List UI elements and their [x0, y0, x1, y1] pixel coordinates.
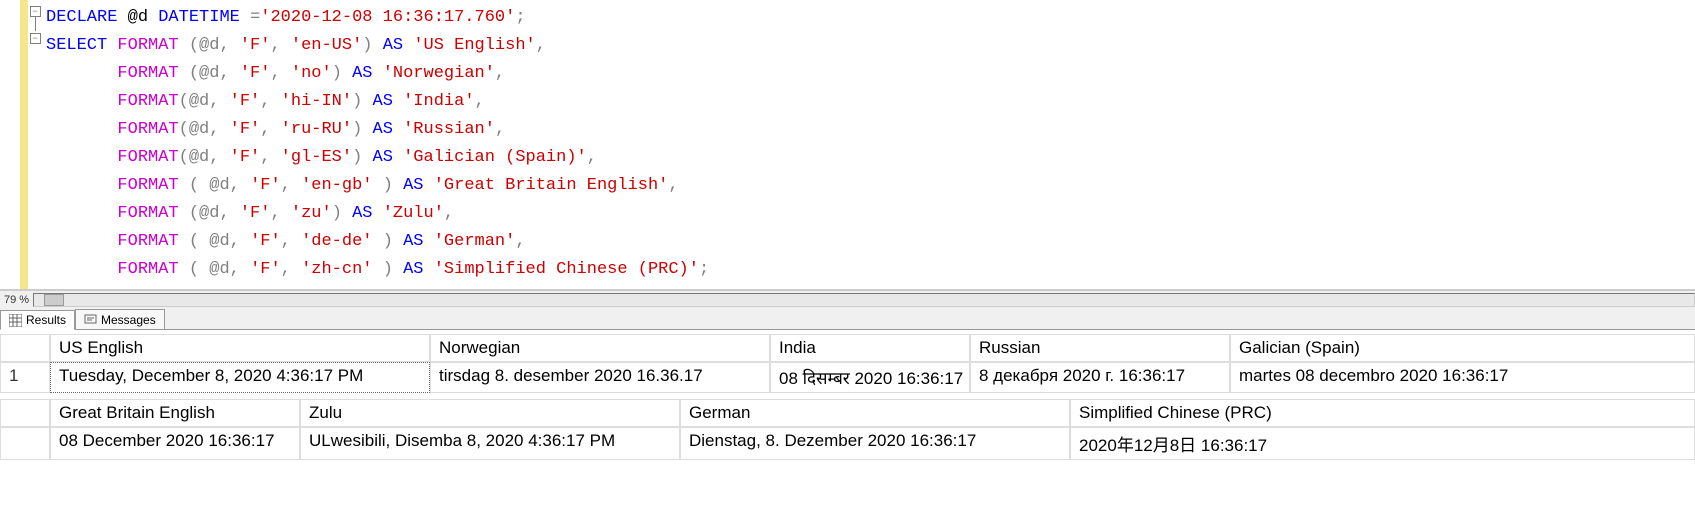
- horizontal-scrollbar[interactable]: [33, 293, 1695, 307]
- grid-cell[interactable]: 08 दिसम्बर 2020 16:36:17: [770, 362, 970, 393]
- results-grid-1[interactable]: US English Norwegian India Russian Galic…: [0, 334, 1695, 393]
- grid-cell[interactable]: martes 08 decembro 2020 16:36:17: [1230, 362, 1695, 393]
- change-indicator: [20, 0, 28, 289]
- column-header[interactable]: German: [680, 399, 1070, 427]
- row-number[interactable]: 1: [0, 362, 50, 393]
- tab-label: Results: [26, 313, 66, 327]
- row-header-corner: [0, 334, 50, 362]
- column-header[interactable]: Simplified Chinese (PRC): [1070, 399, 1695, 427]
- results-grid-2[interactable]: Great Britain English Zulu German Simpli…: [0, 399, 1695, 460]
- results-pane: US English Norwegian India Russian Galic…: [0, 330, 1695, 460]
- fold-toggle-icon[interactable]: −: [30, 6, 41, 17]
- grid-cell[interactable]: Dienstag, 8. Dezember 2020 16:36:17: [680, 427, 1070, 460]
- column-header[interactable]: India: [770, 334, 970, 362]
- grid-cell[interactable]: tirsdag 8. desember 2020 16.36.17: [430, 362, 770, 393]
- grid-cell[interactable]: 2020年12月8日 16:36:17: [1070, 427, 1695, 460]
- grid-icon: [9, 314, 22, 327]
- column-header[interactable]: Zulu: [300, 399, 680, 427]
- column-header[interactable]: Russian: [970, 334, 1230, 362]
- row-header-corner: [0, 399, 50, 427]
- tab-label: Messages: [101, 313, 156, 327]
- column-header[interactable]: Norwegian: [430, 334, 770, 362]
- column-header[interactable]: Great Britain English: [50, 399, 300, 427]
- tab-messages[interactable]: Messages: [75, 309, 165, 329]
- column-header[interactable]: Galician (Spain): [1230, 334, 1695, 362]
- fold-toggle-icon[interactable]: −: [30, 33, 41, 44]
- code-text[interactable]: DECLARE @d DATETIME ='2020-12-08 16:36:1…: [42, 0, 1695, 289]
- zoom-level: 79 %: [0, 294, 33, 306]
- tab-results[interactable]: Results: [0, 310, 75, 330]
- grid-cell[interactable]: ULwesibili, Disemba 8, 2020 4:36:17 PM: [300, 427, 680, 460]
- code-editor[interactable]: − − DECLARE @d DATETIME ='2020-12-08 16:…: [0, 0, 1695, 290]
- fold-gutter: − −: [28, 0, 42, 289]
- grid-cell[interactable]: Tuesday, December 8, 2020 4:36:17 PM: [50, 362, 430, 393]
- scrollbar-thumb[interactable]: [44, 294, 64, 306]
- column-header[interactable]: US English: [50, 334, 430, 362]
- editor-gutter: [0, 0, 20, 289]
- messages-icon: [84, 313, 97, 326]
- row-number[interactable]: [0, 427, 50, 460]
- grid-cell[interactable]: 8 декабря 2020 г. 16:36:17: [970, 362, 1230, 393]
- results-tabs: Results Messages: [0, 308, 1695, 330]
- grid-cell[interactable]: 08 December 2020 16:36:17: [50, 427, 300, 460]
- zoom-bar: 79 %: [0, 290, 1695, 308]
